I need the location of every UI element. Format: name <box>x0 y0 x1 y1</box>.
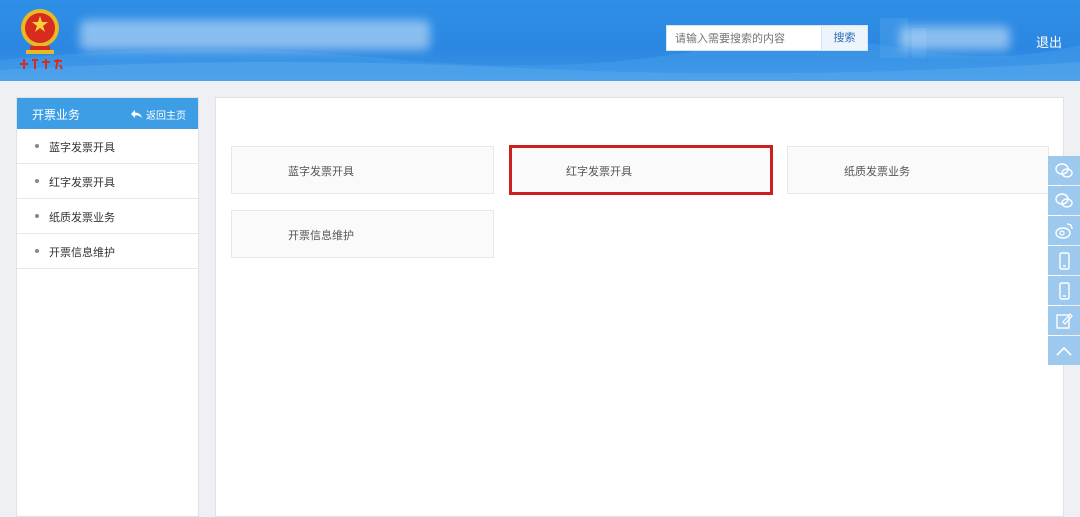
weibo-button[interactable] <box>1048 216 1080 245</box>
card-label: 开票信息维护 <box>288 229 354 242</box>
wechat-button[interactable] <box>1048 156 1080 185</box>
back-home-link[interactable]: 返回主页 <box>131 107 186 122</box>
blurred-user-info <box>900 26 1010 50</box>
sidebar-item-blue-invoice[interactable]: 蓝字发票开具 <box>17 129 198 164</box>
sidebar-header: 开票业务 返回主页 <box>17 98 198 129</box>
search-button[interactable]: 搜索 <box>821 25 868 51</box>
card-invoice-info[interactable]: 开票信息维护 <box>231 210 494 258</box>
wechat-icon <box>1055 192 1073 208</box>
card-blue-invoice[interactable]: 蓝字发票开具 <box>231 146 494 194</box>
bullet-icon <box>35 249 39 253</box>
back-to-top-icon <box>1056 346 1072 356</box>
sidebar-item-red-invoice[interactable]: 红字发票开具 <box>17 164 198 199</box>
sidebar-item-label: 蓝字发票开具 <box>49 141 115 154</box>
sidebar-item-paper-invoice[interactable]: 纸质发票业务 <box>17 199 198 234</box>
card-paper-invoice[interactable]: 纸质发票业务 <box>787 146 1049 194</box>
right-floating-toolbar <box>1048 156 1080 366</box>
edit-icon <box>1056 312 1073 329</box>
header-search: 搜索 <box>666 25 868 51</box>
feedback-button[interactable] <box>1048 306 1080 335</box>
sidebar-item-label: 红字发票开具 <box>49 176 115 189</box>
bullet-icon <box>35 214 39 218</box>
search-input[interactable] <box>666 25 821 51</box>
sidebar-title: 开票业务 <box>32 108 81 122</box>
wechat-official-button[interactable] <box>1048 186 1080 215</box>
sidebar-item-label: 纸质发票业务 <box>49 211 115 224</box>
mobile-app-button-2[interactable] <box>1048 276 1080 305</box>
card-label: 纸质发票业务 <box>844 165 910 178</box>
main-panel: 蓝字发票开具 红字发票开具 纸质发票业务 开票信息维护 <box>215 97 1064 517</box>
wechat-icon <box>1055 162 1073 178</box>
back-home-label: 返回主页 <box>146 111 186 122</box>
tax-logo-calligraphy-icon <box>20 58 63 70</box>
back-arrow-icon <box>131 110 142 118</box>
bullet-icon <box>35 179 39 183</box>
top-header: 搜索 退出 <box>0 0 1080 81</box>
card-red-invoice[interactable]: 红字发票开具 <box>509 145 773 195</box>
weibo-icon <box>1055 222 1073 239</box>
mobile-icon <box>1059 251 1070 270</box>
mobile-icon <box>1059 281 1070 300</box>
card-label: 红字发票开具 <box>566 165 632 178</box>
national-emblem-icon <box>21 9 59 54</box>
sidebar-item-label: 开票信息维护 <box>49 246 115 259</box>
card-label: 蓝字发票开具 <box>288 165 354 178</box>
logout-link[interactable]: 退出 <box>1036 32 1062 51</box>
back-to-top-button[interactable] <box>1048 336 1080 365</box>
sidebar-item-invoice-info[interactable]: 开票信息维护 <box>17 234 198 269</box>
sidebar: 开票业务 返回主页 蓝字发票开具 红字发票开具 纸质发票业务 开票信息维护 <box>16 97 199 517</box>
blurred-site-title <box>80 20 430 50</box>
bullet-icon <box>35 144 39 148</box>
mobile-app-button[interactable] <box>1048 246 1080 275</box>
